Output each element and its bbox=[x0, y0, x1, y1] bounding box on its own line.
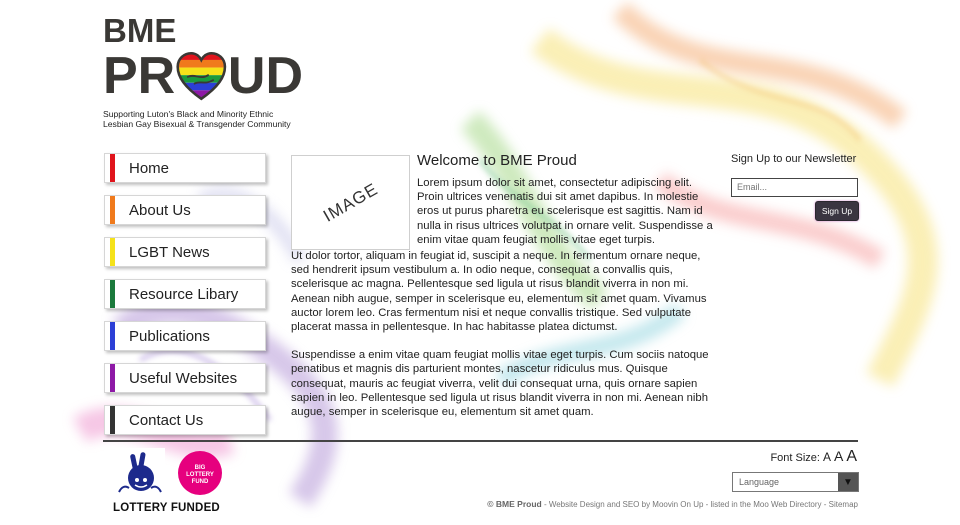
tagline-line-2: Lesbian Gay Bisexual & Transgender Commu… bbox=[103, 119, 291, 129]
svg-text:BIG: BIG bbox=[195, 465, 206, 471]
nav-item-home[interactable]: Home bbox=[104, 153, 266, 183]
newsletter-signup: Sign Up to our Newsletter Sign Up bbox=[731, 153, 859, 221]
nav-item-label: LGBT News bbox=[129, 243, 210, 261]
font-size-label: Font Size: bbox=[770, 452, 820, 464]
sign-up-button[interactable]: Sign Up bbox=[815, 201, 859, 221]
font-size-large-button[interactable]: A bbox=[846, 448, 857, 466]
svg-text:FUND: FUND bbox=[192, 479, 209, 485]
body-paragraph-1: Ut dolor tortor, aliquam in feugiat id, … bbox=[291, 250, 707, 334]
nav-item-label: Useful Websites bbox=[129, 369, 238, 387]
language-select[interactable]: Language ▼ bbox=[732, 472, 859, 492]
footer-divider bbox=[103, 440, 858, 442]
intro-paragraph: Lorem ipsum dolor sit amet, consectetur … bbox=[417, 177, 713, 246]
font-size-small-button[interactable]: A bbox=[823, 450, 831, 464]
credits-links[interactable]: - Website Design and SEO by Moovin On Up… bbox=[542, 500, 858, 509]
logo-proud-right: UD bbox=[227, 47, 303, 105]
main-nav: Home About Us LGBT News Resource Libary … bbox=[104, 153, 266, 447]
nav-color-bar bbox=[110, 238, 115, 266]
nav-color-bar bbox=[110, 154, 115, 182]
logo-proud-left: PR bbox=[103, 47, 176, 105]
nav-color-bar bbox=[110, 280, 115, 308]
rainbow-heart-icon bbox=[176, 51, 227, 101]
nav-item-about-us[interactable]: About Us bbox=[104, 195, 266, 225]
lottery-funded-badge: BIG LOTTERY FUND LOTTERY FUNDED bbox=[113, 448, 223, 523]
copyright-text: © BME Proud bbox=[487, 499, 542, 509]
email-input[interactable] bbox=[731, 177, 858, 197]
nav-color-bar bbox=[110, 322, 115, 350]
nav-color-bar bbox=[110, 406, 115, 434]
logo-tagline: Supporting Luton's Black and Minority Et… bbox=[103, 109, 303, 129]
nav-color-bar bbox=[110, 196, 115, 224]
site-logo[interactable]: BME PR UD Supporting Luton's Black and M… bbox=[103, 14, 303, 129]
nav-item-label: Home bbox=[129, 159, 170, 177]
nav-item-useful-websites[interactable]: Useful Websites bbox=[104, 363, 266, 393]
font-size-controls: Font Size: A A A bbox=[770, 448, 857, 466]
nav-item-label: Publications bbox=[129, 327, 210, 345]
national-lottery-crossed-fingers-icon bbox=[115, 448, 165, 498]
page-title: Welcome to BME Proud bbox=[417, 152, 577, 169]
nav-item-contact-us[interactable]: Contact Us bbox=[104, 405, 266, 435]
nav-item-label: Resource Libary bbox=[129, 285, 239, 303]
nav-item-lgbt-news[interactable]: LGBT News bbox=[104, 237, 266, 267]
logo-proud-text: PR UD bbox=[103, 47, 303, 105]
tagline-line-1: Supporting Luton's Black and Minority Et… bbox=[103, 109, 274, 119]
font-size-medium-button[interactable]: A bbox=[834, 448, 843, 464]
triangle-down-icon[interactable]: ▼ bbox=[838, 473, 858, 491]
footer-credits: © BME Proud - Website Design and SEO by … bbox=[487, 499, 858, 509]
lottery-logos: BIG LOTTERY FUND bbox=[115, 448, 223, 498]
nav-item-publications[interactable]: Publications bbox=[104, 321, 266, 351]
body-paragraph-2: Suspendisse a enim vitae quam feugiat mo… bbox=[291, 349, 709, 419]
svg-text:LOTTERY: LOTTERY bbox=[186, 472, 214, 478]
newsletter-title: Sign Up to our Newsletter bbox=[731, 153, 857, 165]
nav-item-resource-library[interactable]: Resource Libary bbox=[104, 279, 266, 309]
nav-color-bar bbox=[110, 364, 115, 392]
lottery-funded-caption: LOTTERY FUNDED bbox=[113, 502, 220, 514]
logo-bme-text: BME bbox=[103, 12, 177, 49]
main-content: Welcome to BME Proud Lorem ipsum dolor s… bbox=[291, 152, 716, 419]
nav-item-label: About Us bbox=[129, 201, 191, 219]
big-lottery-fund-logo-icon: BIG LOTTERY FUND bbox=[178, 451, 222, 495]
nav-item-label: Contact Us bbox=[129, 411, 204, 429]
language-select-value: Language bbox=[739, 477, 780, 487]
